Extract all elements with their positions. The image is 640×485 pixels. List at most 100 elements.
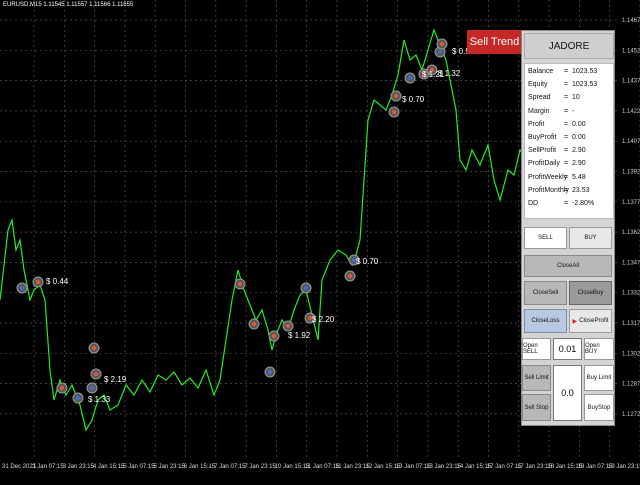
profit-label: $ 2.19: [104, 375, 127, 384]
pending-distance-input[interactable]: 0.0: [553, 365, 582, 421]
trade-marker-dot: [238, 282, 242, 286]
stat-row-buyprofit: BuyProfit = 0.00: [528, 134, 586, 141]
stat-eq: =: [564, 107, 569, 115]
stat-eq: =: [564, 173, 569, 181]
price-label: 1.14670: [622, 18, 640, 24]
stat-eq: =: [564, 186, 569, 194]
stat-row-dd: DD = -2.80%: [528, 200, 594, 207]
stat-eq: =: [564, 120, 569, 128]
sell-trend-badge: Sell Trend: [467, 30, 522, 54]
stat-value: 0.00: [572, 120, 586, 128]
stat-value: 2.90: [572, 147, 586, 155]
sell-limit-button[interactable]: Sell Limit: [522, 365, 551, 391]
stat-value: 23.53: [572, 186, 590, 194]
trade-marker-dot: [76, 396, 80, 400]
stat-eq: =: [564, 94, 569, 102]
stat-key: Equity: [528, 81, 548, 89]
stat-value: 10: [572, 94, 580, 102]
close-all-button[interactable]: CloseAll: [524, 255, 612, 277]
trade-panel: JADORE Balance = 1023.53 Equity = 1023.53 Spre…: [521, 30, 615, 426]
stat-value: -2.80%: [572, 200, 595, 207]
close-loss-button[interactable]: CloseLoss: [524, 309, 567, 333]
price-label: 1.14370: [622, 79, 640, 85]
stat-row-spread: Spread = 10: [528, 94, 580, 101]
stat-eq: =: [564, 68, 569, 75]
trade-marker-dot: [272, 334, 276, 338]
price-label: 1.13620: [622, 230, 640, 236]
stat-row-margin: Margin = -: [528, 108, 574, 115]
price-label: 1.13170: [622, 321, 640, 327]
stat-eq: =: [564, 81, 569, 89]
price-label: 1.14220: [622, 109, 640, 115]
stat-value: 0.00: [572, 134, 586, 141]
trade-marker-dot: [92, 346, 96, 350]
stat-key: BuyProfit: [528, 134, 557, 141]
trade-marker-dot: [20, 286, 24, 290]
time-label: 19 Jan 23:15: [608, 464, 640, 470]
stat-row-balance: Balance = 1023.53: [528, 68, 597, 75]
lot-size-input[interactable]: 0.01: [553, 338, 582, 360]
trade-marker-dot: [408, 76, 412, 80]
stat-key: SellProfit: [528, 147, 557, 155]
trade-marker-dot: [252, 322, 256, 326]
stat-value: 1023.53: [572, 81, 598, 89]
stat-row-profitdaily: ProfitDaily = 2.90: [528, 160, 586, 167]
trade-marker-dot: [438, 50, 442, 54]
panel-title: JADORE: [524, 33, 614, 59]
close-buy-button[interactable]: CloseBuy: [569, 281, 612, 305]
stat-value: -: [572, 107, 575, 115]
profit-label: $ 1.33: [88, 395, 111, 404]
symbol-info: EURUSD,M15 1.11545 1.11557 1.11566 1.116…: [3, 2, 134, 8]
sell-stop-button[interactable]: Sell Stop: [522, 394, 551, 421]
time-label: 5 Jan 07:15: [123, 464, 155, 470]
profit-label: $ 0.70: [402, 95, 425, 104]
price-label: 1.13470: [622, 260, 640, 266]
time-label: 3 Jan 23:15: [63, 464, 95, 470]
stat-eq: =: [564, 160, 569, 168]
time-label: 3 Jan 07:15: [32, 464, 64, 470]
sell-button[interactable]: SELL: [524, 227, 567, 249]
stat-value: 5.48: [572, 173, 586, 181]
trade-marker-dot: [94, 372, 98, 376]
profit-label: $ 0.44: [46, 277, 69, 286]
price-label: 1.14520: [622, 48, 640, 54]
trade-marker-dot: [348, 274, 352, 278]
stat-row-equity: Equity = 1023.53: [528, 81, 597, 88]
buy-limit-button[interactable]: Buy Limit: [584, 365, 614, 391]
price-label: 1.12870: [622, 382, 640, 388]
trade-marker-dot: [286, 324, 290, 328]
stat-eq: =: [564, 147, 569, 155]
trade-marker-dot: [36, 280, 40, 284]
stat-key: ProfitDaily: [528, 160, 560, 168]
open-buy-button[interactable]: Open BUY: [584, 338, 614, 360]
trade-marker-dot: [268, 370, 272, 374]
stat-key: Balance: [528, 68, 554, 75]
price-label: 1.12720: [622, 412, 640, 418]
time-label: 4 Jan 15:15: [93, 464, 125, 470]
close-profit-label: CloseProfit: [579, 318, 609, 324]
buy-stop-button[interactable]: BuyStop: [584, 394, 614, 421]
time-label: 7 Jan 23:15: [244, 464, 276, 470]
stat-key: ProfitWeekly: [528, 173, 568, 181]
stat-row-profitweekly: ProfitWeekly= 5.48: [528, 174, 586, 181]
stat-value: 2.90: [572, 160, 586, 168]
profit-label: $ 0.70: [356, 257, 379, 266]
stat-key: Spread: [528, 94, 551, 102]
stat-key: Margin: [528, 107, 550, 115]
stat-value: 1023.53: [572, 68, 598, 75]
profit-label: $ 1.92: [288, 331, 311, 340]
close-sell-button[interactable]: CloseSell: [524, 281, 567, 305]
close-profit-button[interactable]: ▶ CloseProfit: [569, 309, 612, 333]
trade-marker-dot: [394, 94, 398, 98]
buy-button[interactable]: BUY: [569, 227, 612, 249]
stat-key: DD: [528, 200, 539, 207]
stat-key: Profit: [528, 120, 545, 128]
stat-eq: =: [564, 200, 569, 207]
open-sell-button[interactable]: Open SELL: [522, 338, 551, 360]
profit-label: $ 1.32: [438, 69, 461, 78]
price-label: 1.13770: [622, 200, 640, 206]
trade-marker-dot: [90, 386, 94, 390]
trade-marker-dot: [304, 286, 308, 290]
trade-marker-dot: [440, 42, 444, 46]
stat-row-profit: Profit = 0.00: [528, 121, 586, 128]
